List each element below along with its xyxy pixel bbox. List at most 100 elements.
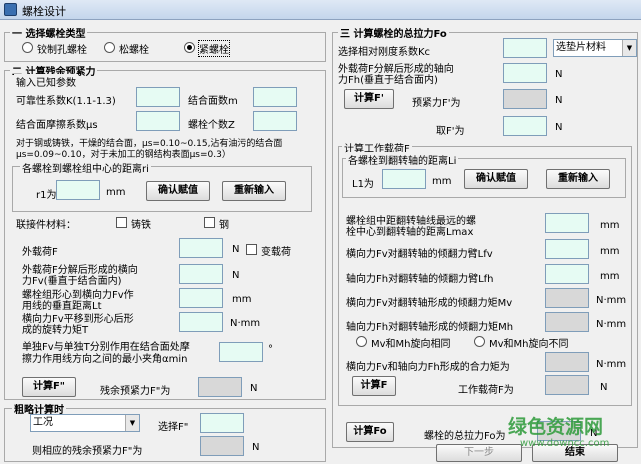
preload-label: 预紧力F'为	[412, 98, 461, 109]
calc-total-button[interactable]: 计算Fo	[346, 422, 394, 442]
angle-unit: °	[268, 344, 273, 355]
reliability-input[interactable]	[136, 87, 180, 107]
reliability-label: 可靠性系数K(1.1-1.3)	[16, 96, 116, 107]
mh-label: 轴向力Fh对翻转轴形成的倾翻力矩Mh	[346, 322, 514, 333]
castiron-label: 铸铁	[131, 220, 151, 231]
condition-select[interactable]: 工况 ▼	[30, 414, 140, 432]
residual-label: 残余预紧力F"为	[100, 386, 171, 397]
gasket-select-value: 选垫片材料	[556, 42, 606, 53]
fv-input[interactable]	[179, 264, 223, 284]
l1-label: L1为	[352, 179, 374, 190]
mh-output	[545, 312, 589, 332]
take-preload-input[interactable]	[503, 116, 547, 136]
castiron-checkbox[interactable]	[116, 217, 127, 228]
torque-label-2: 成的旋转力矩T	[22, 325, 89, 336]
bolts-label: 螺栓个数Z	[188, 120, 235, 131]
r1-label: r1为	[36, 190, 57, 201]
fh-input[interactable]	[503, 63, 547, 83]
same-direction-radio[interactable]	[356, 336, 367, 347]
lfv-input[interactable]	[545, 239, 589, 259]
title-bar: 螺栓设计	[0, 0, 641, 20]
resultant-label: 横向力Fv和轴向力Fh形成的合力矩为	[346, 362, 510, 373]
known-params-label: 输入已知参数	[14, 74, 78, 89]
flip-distance-title: 各螺栓到翻转轴的距离Li	[346, 152, 459, 167]
bolt-distance-title: 各螺栓到螺栓组中心的距离ri	[20, 160, 151, 175]
gasket-select[interactable]: 选垫片材料 ▼	[553, 39, 637, 57]
lmax-label-2: 栓中心到翻转轴的距离Lmax	[346, 227, 474, 238]
same-direction-label: Mv和Mh旋向相同	[371, 339, 451, 350]
torque-input[interactable]	[179, 312, 223, 332]
bolt-type-title: 一 选择螺栓类型	[10, 25, 88, 40]
external-load-unit: N	[232, 244, 240, 255]
variable-load-checkbox[interactable]	[246, 244, 257, 255]
total-label: 螺栓的总拉力Fo为	[424, 431, 506, 442]
chevron-down-icon[interactable]: ▼	[622, 40, 636, 56]
mv-label: 横向力Fv对翻转轴形成的倾翻力矩Mv	[346, 298, 513, 309]
material-label: 联接件材料：	[16, 220, 76, 231]
l1-input[interactable]	[382, 169, 426, 189]
r1-input[interactable]	[56, 180, 100, 200]
work-load-output	[545, 375, 589, 395]
watermark-url: www.downcc.com	[520, 438, 610, 449]
rough-residual-label: 则相应的残余预紧力F"为	[32, 446, 143, 457]
lfv-label: 横向力Fv对翻转轴的倾翻力臂Lfv	[346, 249, 493, 260]
resultant-output	[545, 352, 589, 372]
rough-residual-unit: N	[252, 442, 260, 453]
lt-unit: mm	[232, 294, 252, 305]
external-load-input[interactable]	[179, 238, 223, 258]
faces-input[interactable]	[253, 87, 297, 107]
window-title: 螺栓设计	[22, 5, 66, 18]
diff-direction-radio[interactable]	[474, 336, 485, 347]
lfh-input[interactable]	[545, 264, 589, 284]
calc-work-load-button[interactable]: 计算F	[352, 376, 396, 396]
r1-unit: mm	[106, 187, 126, 198]
preload-output	[503, 89, 547, 109]
reenter-r-button[interactable]: 重新输入	[222, 181, 286, 201]
external-load-label: 外载荷F	[22, 247, 58, 258]
app-icon	[4, 3, 17, 16]
work-load-unit: N	[600, 382, 608, 393]
steel-label: 钢	[219, 220, 229, 231]
angle-label-2: 擦力作用线方向之间的最小夹角αmin	[22, 354, 188, 365]
friction-note-2: μs=0.09~0.10，对于未加工的钢结构表面μs=0.3）	[16, 150, 231, 160]
confirm-l-button[interactable]: 确认赋值	[464, 169, 528, 189]
lfh-label: 轴向力Fh对翻转轴的倾翻力臂Lfh	[346, 274, 494, 285]
next-step-button[interactable]: 下一步	[436, 444, 522, 462]
bolts-input[interactable]	[253, 111, 297, 131]
lmax-input[interactable]	[545, 213, 589, 233]
loose-bolt-label: 松螺栓	[119, 45, 149, 56]
condition-select-value: 工况	[33, 417, 53, 428]
residual-unit: N	[250, 383, 258, 394]
kc-input[interactable]	[503, 38, 547, 58]
calc-residual-button[interactable]: 计算F"	[22, 377, 76, 397]
confirm-r-button[interactable]: 确认赋值	[146, 181, 210, 201]
total-tension-title: 三 计算螺栓的总拉力Fo	[338, 25, 449, 40]
calc-preload-button[interactable]: 计算F'	[344, 89, 394, 109]
residual-output	[198, 377, 242, 397]
lfv-unit: mm	[600, 246, 620, 257]
loose-bolt-radio[interactable]	[104, 42, 115, 53]
chevron-down-icon[interactable]: ▼	[125, 415, 139, 431]
lfh-unit: mm	[600, 271, 620, 282]
variable-load-label: 变载荷	[261, 247, 291, 258]
reenter-l-button[interactable]: 重新输入	[546, 169, 610, 189]
preload-unit: N	[555, 95, 563, 106]
choose-f-input[interactable]	[200, 413, 244, 433]
choose-f-label: 选择F"	[158, 422, 189, 433]
fv-unit: N	[232, 270, 240, 281]
lt-input[interactable]	[179, 288, 223, 308]
lmax-unit: mm	[600, 220, 620, 231]
friction-input[interactable]	[136, 111, 180, 131]
work-load-label: 工作载荷F为	[458, 385, 514, 396]
tight-bolt-radio[interactable]	[184, 42, 195, 53]
tight-bolt-label: 紧螺栓	[198, 40, 230, 57]
l1-unit: mm	[432, 176, 452, 187]
angle-input[interactable]	[219, 342, 263, 362]
mv-unit: N·mm	[596, 295, 627, 306]
steel-checkbox[interactable]	[204, 217, 215, 228]
reamed-bolt-radio[interactable]	[22, 42, 33, 53]
fh-label-2: 力Fh(垂直于结合面内)	[338, 75, 438, 86]
reamed-bolt-label: 铰制孔螺栓	[37, 45, 87, 56]
take-preload-label: 取F'为	[436, 126, 465, 137]
watermark-logo: 绿色资源网	[508, 416, 604, 438]
